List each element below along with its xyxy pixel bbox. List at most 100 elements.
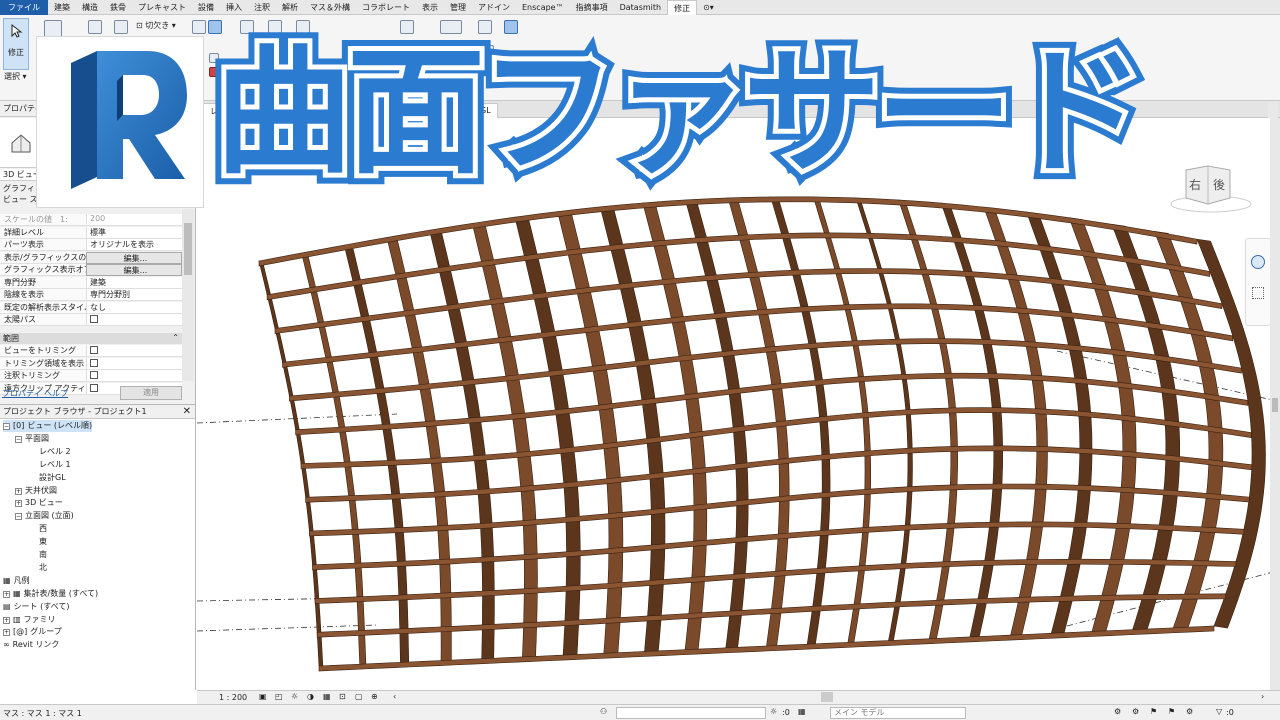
apply-button[interactable]: 適用 xyxy=(120,386,182,400)
tab-modify[interactable]: 修正 xyxy=(667,0,698,15)
select-links-icon[interactable]: ⚙ xyxy=(1114,707,1121,716)
checkbox[interactable] xyxy=(90,371,98,379)
tab-file[interactable]: ファイル xyxy=(0,0,48,15)
tab-4[interactable]: 設備 xyxy=(192,0,220,15)
tab-3[interactable]: プレキャスト xyxy=(132,0,192,15)
tab-7[interactable]: 解析 xyxy=(276,0,304,15)
checkbox[interactable] xyxy=(90,383,98,392)
property-row[interactable]: ビューをトリミング xyxy=(0,345,182,357)
checkbox[interactable] xyxy=(90,315,98,323)
property-value[interactable]: 建築 xyxy=(86,276,182,289)
property-row[interactable]: 表示/グラフィックスの上...編集... xyxy=(0,251,182,264)
tree-item[interactable]: ∞ Revit リンク xyxy=(3,639,59,651)
property-value[interactable] xyxy=(86,357,182,370)
property-value[interactable]: オリジナルを表示 xyxy=(86,239,182,251)
design-options-icon[interactable]: ▦ xyxy=(798,707,806,716)
scroll-right-icon[interactable]: › xyxy=(1261,692,1264,701)
edit-button[interactable]: 編集... xyxy=(86,251,182,264)
property-row[interactable]: パーツ表示 オリジナルを表示 xyxy=(0,239,182,251)
select-underlay-icon[interactable]: ⚙ xyxy=(1132,707,1139,716)
scroll-thumb[interactable] xyxy=(184,223,192,275)
close-icon[interactable]: ✕ xyxy=(183,405,191,419)
workset-field[interactable] xyxy=(616,707,766,719)
tab-9[interactable]: コラボレート xyxy=(356,0,416,15)
paste-icon[interactable] xyxy=(88,20,102,34)
sun-path-icon[interactable]: ☼ xyxy=(291,692,298,701)
tree-item[interactable]: − 平面図 xyxy=(15,433,49,445)
viewcube[interactable]: 右 後 xyxy=(1168,160,1254,220)
detail-level-icon[interactable]: ▣ xyxy=(259,692,267,701)
expand-icon[interactable]: + xyxy=(3,629,10,637)
tree-item[interactable]: ▤ シート (すべて) xyxy=(3,601,69,613)
tab-6[interactable]: 注釈 xyxy=(248,0,276,15)
tab-extra-icon[interactable]: ⊙▾ xyxy=(697,0,720,15)
drag-elements-icon[interactable]: ⚙ xyxy=(1186,707,1193,716)
horizontal-rib[interactable] xyxy=(318,625,1215,672)
viewport-scroll-thumb[interactable] xyxy=(1272,398,1278,412)
cut-geometry-button[interactable]: ⊡ 切欠き ▾ xyxy=(136,20,176,31)
tree-item[interactable]: 西 xyxy=(39,523,47,535)
editable-only-icon[interactable]: ☼ xyxy=(770,707,777,716)
tab-8[interactable]: マス＆外構 xyxy=(304,0,356,15)
property-value[interactable] xyxy=(86,345,182,357)
tab-10[interactable]: 表示 xyxy=(416,0,444,15)
property-value[interactable] xyxy=(86,314,182,326)
tree-item[interactable]: + ▦ 集計表/数量 (すべて) xyxy=(3,588,98,600)
collapse-icon[interactable]: − xyxy=(3,423,10,430)
worksets-icon[interactable]: ⚇ xyxy=(600,707,607,716)
tab-2[interactable]: 鉄骨 xyxy=(104,0,132,15)
tree-item[interactable]: + [@] グループ xyxy=(3,626,62,638)
collapse-icon[interactable]: ⌃ xyxy=(172,333,179,342)
scroll-left-icon[interactable]: ‹ xyxy=(393,692,396,701)
viewport-scrollbar[interactable] xyxy=(1270,118,1280,690)
tab-5[interactable]: 挿入 xyxy=(220,0,248,15)
property-value[interactable]: 200 xyxy=(86,214,182,226)
tab-11[interactable]: 管理 xyxy=(444,0,472,15)
property-value[interactable]: 専門分野別 xyxy=(86,289,182,301)
checkbox[interactable] xyxy=(90,346,98,354)
shadows-icon[interactable]: ◑ xyxy=(307,692,314,701)
expand-icon[interactable]: + xyxy=(15,487,22,495)
expand-icon[interactable]: + xyxy=(3,616,10,624)
tab-15[interactable]: Datasmith xyxy=(614,0,668,15)
collapse-icon[interactable]: − xyxy=(15,513,22,521)
property-row[interactable]: スケールの値 1: 200 xyxy=(0,214,182,226)
collapse-icon[interactable]: − xyxy=(15,435,22,443)
scale-indicator[interactable]: 1 : 200 xyxy=(219,693,247,702)
property-row[interactable]: 陰線を表示 専門分野別 xyxy=(0,289,182,301)
property-value[interactable]: 標準 xyxy=(86,226,182,239)
tree-item[interactable]: レベル 2 xyxy=(39,446,71,458)
zoom-icon[interactable] xyxy=(1252,287,1264,299)
property-row[interactable]: 専門分野 建築 xyxy=(0,276,182,289)
tab-12[interactable]: アドイン xyxy=(472,0,516,15)
join-icon[interactable] xyxy=(192,20,206,34)
steering-wheel-icon[interactable] xyxy=(1251,255,1265,269)
tree-item[interactable]: − [0] ビュー (レベル順) xyxy=(3,420,93,432)
vertical-rib[interactable] xyxy=(301,252,367,667)
visual-style-icon[interactable]: ◰ xyxy=(275,692,283,701)
filter-icon[interactable]: ▽ xyxy=(1216,707,1222,716)
tree-item[interactable]: − 立面図 (立面) xyxy=(15,510,74,522)
tree-item[interactable]: + 天井伏図 xyxy=(15,485,57,497)
design-option-field[interactable]: メイン モデル xyxy=(830,707,966,719)
property-row[interactable]: 詳細レベル 標準 xyxy=(0,226,182,239)
tree-item[interactable]: 東 xyxy=(39,536,47,548)
tab-13[interactable]: Enscape™ xyxy=(516,0,570,15)
render-icon[interactable]: ▦ xyxy=(323,692,331,701)
tree-item[interactable]: + ▥ ファミリ xyxy=(3,614,56,626)
tab-14[interactable]: 指摘事項 xyxy=(570,0,614,15)
viewcube-back[interactable]: 後 xyxy=(1213,176,1225,193)
horizontal-scroll-thumb[interactable] xyxy=(821,692,833,702)
select-pinned-icon[interactable]: ⚑ xyxy=(1150,707,1157,716)
tree-item[interactable]: レベル 1 xyxy=(39,459,71,471)
expand-icon[interactable]: + xyxy=(3,590,10,598)
property-value[interactable] xyxy=(86,370,182,382)
select-dropdown[interactable]: 選択 ▾ xyxy=(4,71,27,82)
cut-icon[interactable] xyxy=(114,20,128,34)
crop-icon[interactable]: ⊡ xyxy=(339,692,346,701)
tab-scroll[interactable] xyxy=(1268,101,1278,118)
property-row[interactable]: 注釈トリミング xyxy=(0,370,182,382)
property-row[interactable]: 既定の解析表示スタイル なし xyxy=(0,301,182,314)
tree-item[interactable]: 北 xyxy=(39,562,47,574)
tree-item[interactable]: 設計GL xyxy=(39,472,66,484)
